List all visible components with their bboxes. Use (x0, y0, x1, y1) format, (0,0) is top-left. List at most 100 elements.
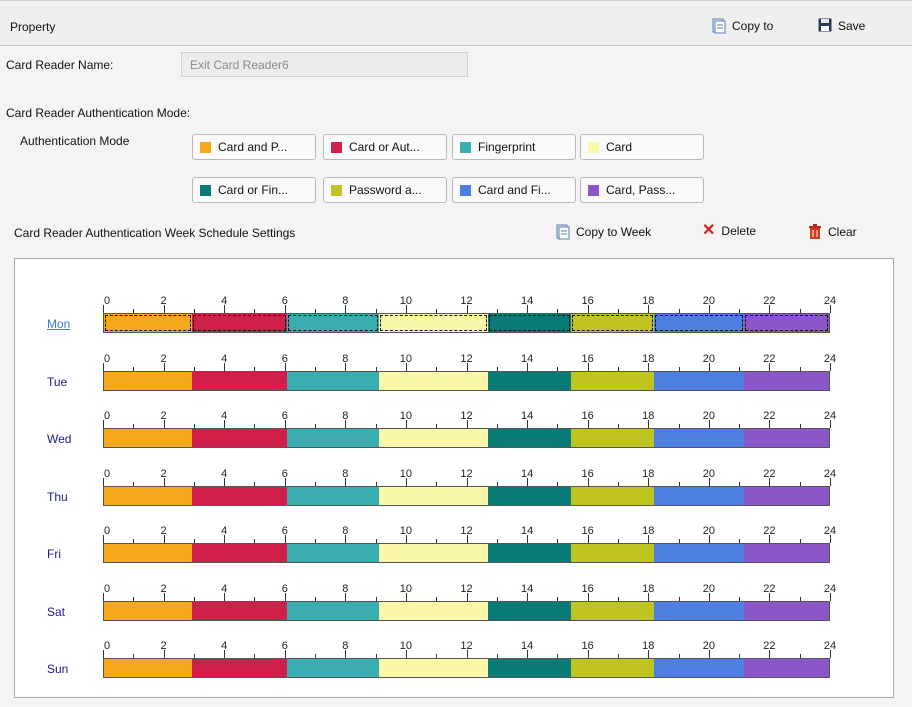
schedule-segment[interactable] (744, 659, 829, 677)
schedule-segment[interactable] (286, 371, 379, 390)
schedule-bar-tue[interactable] (103, 370, 830, 391)
schedule-segment[interactable] (487, 601, 571, 620)
hour-label: 22 (763, 352, 776, 365)
schedule-segment[interactable] (378, 601, 488, 620)
mode-button-card-and-fingerprint[interactable]: Card and Fi... (452, 177, 576, 203)
schedule-segment[interactable] (286, 601, 379, 620)
mode-button-card-and-password[interactable]: Card and P... (192, 134, 316, 160)
schedule-segment[interactable] (104, 659, 192, 677)
schedule-segment[interactable] (378, 314, 488, 332)
hour-label: 14 (520, 352, 534, 365)
copy-to-button[interactable]: Copy to (712, 18, 773, 34)
schedule-segment[interactable] (744, 314, 829, 332)
copy-to-week-button[interactable]: Copy to Week (556, 224, 651, 240)
schedule-segment[interactable] (653, 486, 745, 505)
hour-label: 4 (221, 525, 228, 537)
schedule-bar-sat[interactable] (103, 600, 830, 621)
schedule-segment[interactable] (378, 659, 488, 677)
schedule-segment[interactable] (570, 429, 654, 447)
mode-button-card-or-auth[interactable]: Card or Aut... (323, 134, 447, 160)
day-label-thu: Thu (47, 489, 68, 504)
hour-label: 2 (160, 352, 167, 365)
schedule-segment[interactable] (378, 429, 488, 447)
schedule-segment[interactable] (570, 659, 654, 677)
hour-label: 10 (399, 640, 413, 652)
schedule-segment[interactable] (744, 486, 829, 505)
schedule-segment[interactable] (487, 371, 571, 390)
hour-label: 8 (342, 410, 349, 422)
mode-button-card-password[interactable]: Card, Pass... (580, 177, 704, 203)
card-reader-name-field[interactable]: Exit Card Reader6 (181, 52, 468, 77)
schedule-segment[interactable] (744, 601, 829, 620)
schedule-segment[interactable] (286, 314, 379, 332)
schedule-segment[interactable] (104, 314, 192, 332)
hour-label: 0 (103, 640, 111, 652)
schedule-segment[interactable] (191, 371, 287, 390)
schedule-segment[interactable] (653, 544, 745, 562)
schedule-segment[interactable] (378, 486, 488, 505)
schedule-segment[interactable] (744, 429, 829, 447)
schedule-segment[interactable] (653, 314, 745, 332)
mode-button-card[interactable]: Card (580, 134, 704, 160)
schedule-segment[interactable] (744, 371, 829, 390)
hour-label: 4 (221, 467, 228, 480)
schedule-segment[interactable] (570, 601, 654, 620)
schedule-segment[interactable] (744, 544, 829, 562)
schedule-segment[interactable] (104, 486, 192, 505)
schedule-segment[interactable] (104, 371, 192, 390)
schedule-segment[interactable] (378, 371, 488, 390)
hour-label: 12 (460, 640, 473, 652)
schedule-bar-thu[interactable] (103, 485, 830, 506)
hour-label: 6 (281, 467, 288, 480)
schedule-bar-wed[interactable] (103, 428, 830, 448)
schedule-segment[interactable] (191, 429, 287, 447)
schedule-segment[interactable] (570, 314, 654, 332)
schedule-bar-fri[interactable] (103, 543, 830, 563)
schedule-segment[interactable] (487, 659, 571, 677)
schedule-segment[interactable] (570, 486, 654, 505)
schedule-segment[interactable] (286, 544, 379, 562)
hour-label: 20 (702, 582, 715, 595)
schedule-segment[interactable] (570, 371, 654, 390)
schedule-bar-sun[interactable] (103, 658, 830, 678)
schedule-segment[interactable] (286, 659, 379, 677)
schedule-segment[interactable] (286, 429, 379, 447)
save-button[interactable]: Save (818, 18, 865, 34)
schedule-segment[interactable] (104, 601, 192, 620)
hour-label: 6 (281, 582, 288, 595)
schedule-segment[interactable] (653, 601, 745, 620)
schedule-bar-mon[interactable] (103, 313, 830, 333)
schedule-segment[interactable] (487, 429, 571, 447)
schedule-segment[interactable] (653, 429, 745, 447)
schedule-segment[interactable] (191, 601, 287, 620)
mode-button-password-and[interactable]: Password a... (323, 177, 447, 203)
schedule-segment[interactable] (191, 544, 287, 562)
schedule-segment[interactable] (487, 486, 571, 505)
schedule-segment[interactable] (286, 486, 379, 505)
hour-label: 6 (281, 410, 288, 422)
schedule-segment[interactable] (487, 544, 571, 562)
schedule-segment[interactable] (104, 544, 192, 562)
schedule-segment[interactable] (378, 544, 488, 562)
schedule-segment[interactable] (487, 314, 571, 332)
schedule-segment[interactable] (191, 486, 287, 505)
delete-button[interactable]: ✕ Delete (702, 223, 756, 239)
mode-button-fingerprint[interactable]: Fingerprint (452, 134, 576, 160)
schedule-segment[interactable] (104, 429, 192, 447)
schedule-segment[interactable] (653, 371, 745, 390)
schedule-segment[interactable] (191, 659, 287, 677)
mode-button-card-or-fingerprint[interactable]: Card or Fin... (192, 177, 316, 203)
day-label-fri: Fri (47, 547, 61, 561)
hour-label: 0 (103, 410, 111, 422)
hour-label: 2 (160, 467, 167, 480)
hour-label: 8 (342, 295, 349, 307)
schedule-segment[interactable] (191, 314, 287, 332)
hour-label: 14 (520, 410, 534, 422)
hour-label: 14 (520, 525, 534, 537)
day-label-mon[interactable]: Mon (47, 317, 70, 331)
schedule-segment[interactable] (653, 659, 745, 677)
clear-button[interactable]: Clear (808, 224, 857, 240)
hour-label: 0 (103, 295, 111, 307)
hour-label: 18 (642, 410, 655, 422)
schedule-segment[interactable] (570, 544, 654, 562)
